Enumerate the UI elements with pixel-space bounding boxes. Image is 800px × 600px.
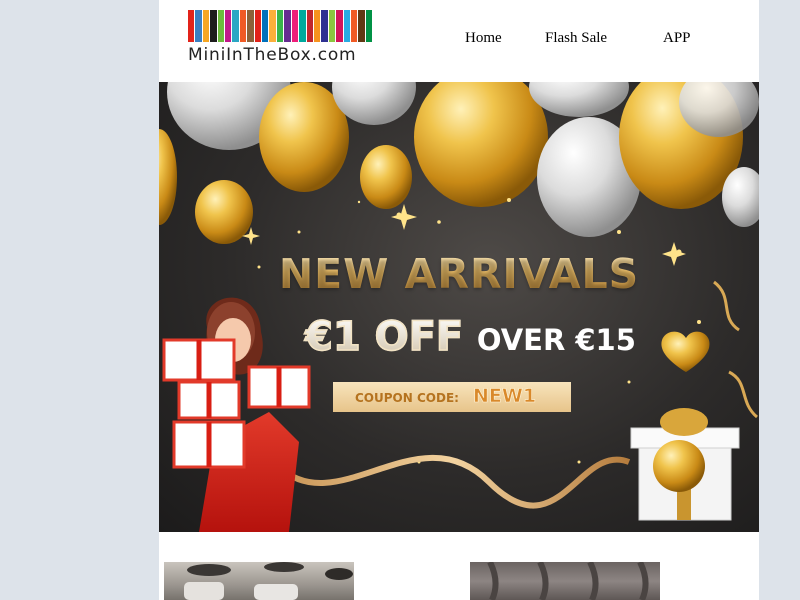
nav-home-link[interactable]: Home (465, 30, 502, 47)
logo-stripe (306, 10, 313, 42)
logo-stripe (365, 10, 373, 42)
logo-stripes (188, 10, 373, 42)
product-image-1[interactable] (164, 562, 354, 600)
email-header: MiniInTheBox.com Home Flash Sale APP (159, 0, 759, 82)
logo-stripe (262, 10, 269, 42)
logo-text: MiniInTheBox.com (188, 45, 357, 65)
logo-stripe (291, 10, 299, 42)
logo-stripe (328, 10, 336, 42)
gold-heart (661, 331, 710, 372)
product-image-2[interactable] (470, 562, 660, 600)
logo-stripe (217, 10, 225, 42)
logo-stripe (254, 10, 262, 42)
email-container: MiniInTheBox.com Home Flash Sale APP NEW… (159, 0, 759, 600)
logo-stripe (225, 10, 232, 42)
coupon-box: COUPON CODE: NEW1 (333, 382, 571, 412)
logo-stripe (350, 10, 358, 42)
logo-stripe (299, 10, 306, 42)
logo-stripe (336, 10, 343, 42)
offer-amount: €1 OFF (304, 313, 464, 361)
balloon-group (159, 82, 759, 244)
balloon-silver (529, 82, 629, 117)
coupon-code: NEW1 (473, 385, 537, 408)
gift-box (630, 408, 740, 521)
logo-stripe (269, 10, 276, 42)
hero-headline: NEW ARRIVALS (159, 250, 759, 298)
woman-with-gifts (162, 297, 311, 532)
balloon-gold (360, 145, 412, 209)
coupon-label: COUPON CODE: (355, 391, 459, 405)
logo-stripe (195, 10, 202, 42)
logo-stripe (210, 10, 217, 42)
balloon-gold (414, 82, 548, 207)
logo-stripe (313, 10, 321, 42)
logo-stripe (247, 10, 254, 42)
logo-stripe (321, 10, 328, 42)
logo-stripe (188, 10, 195, 42)
logo-stripe (232, 10, 239, 42)
logo-stripe (202, 10, 210, 42)
balloon-gold (159, 129, 177, 225)
ribbon (728, 370, 759, 419)
logo-stripe (358, 10, 365, 42)
ribbon (276, 454, 631, 509)
nav-flash-sale-link[interactable]: Flash Sale (545, 30, 607, 47)
hero-artwork (159, 82, 759, 532)
logo-stripe (239, 10, 247, 42)
logo-stripe (276, 10, 284, 42)
balloon-gold (195, 180, 253, 244)
logo-link[interactable]: MiniInTheBox.com (188, 10, 373, 66)
product-image-2-art (487, 562, 649, 600)
logo-stripe (284, 10, 291, 42)
product-image-1-art (184, 562, 353, 600)
offer-condition: OVER €15 (476, 323, 636, 357)
nav-app-link[interactable]: APP (663, 30, 691, 47)
hero-banner[interactable]: NEW ARRIVALS €1 OFF OVER €15 COUPON CODE… (159, 82, 759, 532)
logo-stripe (343, 10, 350, 42)
hero-offer: €1 OFF OVER €15 (304, 313, 636, 361)
